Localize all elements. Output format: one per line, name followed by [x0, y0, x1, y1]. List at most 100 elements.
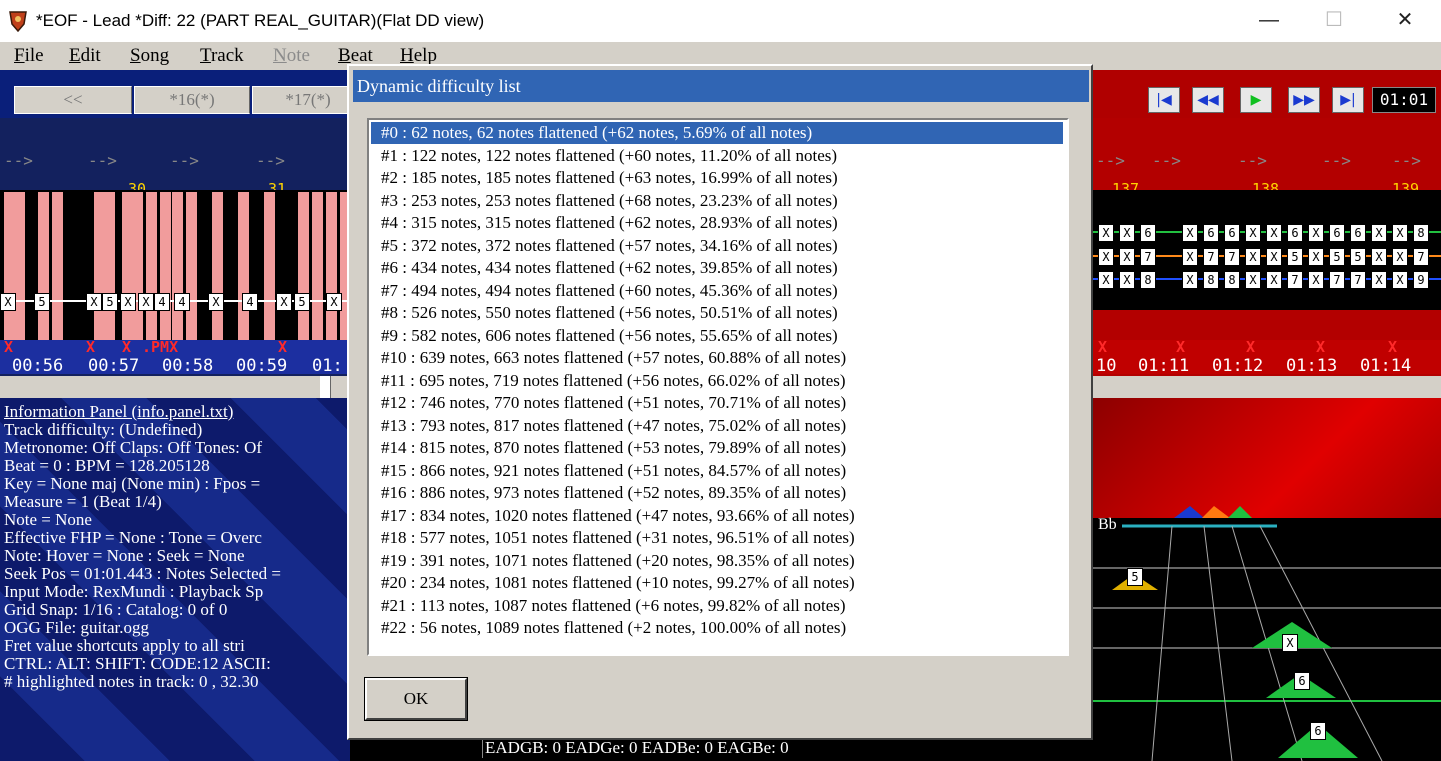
fret-note[interactable]: 5 [102, 293, 118, 311]
fret-note[interactable]: 8 [1224, 271, 1240, 289]
fret-note[interactable]: 6 [1350, 224, 1366, 242]
fret-note[interactable]: X [0, 293, 16, 311]
fret-note[interactable]: X [1371, 224, 1387, 242]
fret-note[interactable]: X [1182, 224, 1198, 242]
fret-note[interactable]: 5 [1329, 248, 1345, 266]
fret-note[interactable]: X [138, 293, 154, 311]
fret-note[interactable]: X [1182, 248, 1198, 266]
difficulty-listbox[interactable]: #0 : 62 notes, 62 notes flattened (+62 n… [367, 118, 1069, 656]
fret-note[interactable]: X [1182, 271, 1198, 289]
maximize-button[interactable]: ☐ [1311, 4, 1357, 36]
difficulty-list-item[interactable]: #17 : 834 notes, 1020 notes flattened (+… [377, 505, 855, 527]
timeline-scrollbar[interactable] [0, 376, 350, 398]
fret-note[interactable]: 8 [1203, 271, 1219, 289]
fret-note[interactable]: 6 [1287, 224, 1303, 242]
fret-note[interactable]: X [208, 293, 224, 311]
fret-note[interactable]: X [1119, 224, 1135, 242]
difficulty-list-item[interactable]: #18 : 577 notes, 1051 notes flattened (+… [377, 527, 855, 549]
difficulty-list-item[interactable]: #9 : 582 notes, 606 notes flattened (+56… [377, 325, 838, 347]
fret-note[interactable]: 7 [1203, 248, 1219, 266]
difficulty-list-item[interactable]: #21 : 113 notes, 1087 notes flattened (+… [377, 595, 846, 617]
fret-note[interactable]: 6 [1140, 224, 1156, 242]
menu-edit[interactable]: Edit [69, 45, 101, 67]
fret-note[interactable]: 8 [1140, 271, 1156, 289]
fret-note[interactable]: X [1392, 248, 1408, 266]
fret-note[interactable]: 7 [1413, 248, 1429, 266]
difficulty-list-item[interactable]: #2 : 185 notes, 185 notes flattened (+63… [377, 167, 838, 189]
tab-scroll-left[interactable]: << [14, 86, 132, 114]
fret-note[interactable]: X [1119, 248, 1135, 266]
fret-note[interactable]: 7 [1224, 248, 1240, 266]
difficulty-list-item[interactable]: #4 : 315 notes, 315 notes flattened (+62… [377, 212, 838, 234]
fret-note[interactable]: X [1266, 224, 1282, 242]
fret-note[interactable]: X [120, 293, 136, 311]
difficulty-list-item[interactable]: #19 : 391 notes, 1071 notes flattened (+… [377, 550, 855, 572]
menu-file[interactable]: File [14, 45, 44, 67]
difficulty-list-item[interactable]: #20 : 234 notes, 1081 notes flattened (+… [377, 572, 855, 594]
fret-note[interactable]: X [326, 293, 342, 311]
difficulty-list-item[interactable]: #16 : 886 notes, 973 notes flattened (+5… [377, 482, 846, 504]
scrollbar-thumb[interactable] [320, 376, 331, 398]
play-button[interactable]: ▶ [1240, 87, 1272, 113]
fret-note[interactable]: X [1308, 271, 1324, 289]
fret-note[interactable]: 5 [1350, 248, 1366, 266]
difficulty-list-item[interactable]: #14 : 815 notes, 870 notes flattened (+5… [377, 437, 846, 459]
menu-song[interactable]: Song [130, 45, 169, 67]
timeline-scrollbar-right[interactable] [1092, 376, 1441, 398]
fret-note[interactable]: 7 [1350, 271, 1366, 289]
minimize-button[interactable]: — [1246, 4, 1292, 36]
difficulty-list-item[interactable]: #1 : 122 notes, 122 notes flattened (+60… [377, 145, 837, 167]
fret-note[interactable]: X [1392, 271, 1408, 289]
difficulty-list-item[interactable]: #22 : 56 notes, 1089 notes flattened (+2… [377, 617, 846, 639]
rewind-button[interactable]: ◀◀ [1192, 87, 1224, 113]
fret-note[interactable]: 5 [294, 293, 310, 311]
fret-note[interactable]: X [1308, 224, 1324, 242]
seek-start-button[interactable]: |◀ [1148, 87, 1180, 113]
fret-note[interactable]: X [1245, 248, 1261, 266]
fret-note[interactable]: 5 [1287, 248, 1303, 266]
fret-note[interactable]: X [1371, 271, 1387, 289]
fret-note[interactable]: 8 [1413, 224, 1429, 242]
difficulty-list-item[interactable]: #6 : 434 notes, 434 notes flattened (+62… [377, 257, 838, 279]
fast-forward-button[interactable]: ▶▶ [1288, 87, 1320, 113]
fret-note[interactable]: 4 [242, 293, 258, 311]
fret-note[interactable]: X [1098, 224, 1114, 242]
fret-note[interactable]: X [1266, 248, 1282, 266]
fret-note[interactable]: 7 [1140, 248, 1156, 266]
difficulty-list-item[interactable]: #3 : 253 notes, 253 notes flattened (+68… [377, 190, 838, 212]
fret-note[interactable]: 4 [174, 293, 190, 311]
menu-track[interactable]: Track [200, 45, 244, 67]
seek-end-button[interactable]: ▶| [1332, 87, 1364, 113]
fret-note[interactable]: X [1392, 224, 1408, 242]
difficulty-list-item[interactable]: #12 : 746 notes, 770 notes flattened (+5… [377, 392, 846, 414]
piano-roll-left[interactable]: --> --> --> --> 30 31 X5X5XX44X4X5X X X … [0, 118, 350, 376]
menu-note[interactable]: Note [273, 45, 310, 67]
close-button[interactable]: ✕ [1382, 4, 1428, 36]
fret-note[interactable]: X [1119, 271, 1135, 289]
fret-note[interactable]: X [1098, 271, 1114, 289]
fret-note[interactable]: 4 [154, 293, 170, 311]
fret-note[interactable]: 6 [1224, 224, 1240, 242]
fret-note[interactable]: 6 [1203, 224, 1219, 242]
fret-note[interactable]: X [1371, 248, 1387, 266]
difficulty-list-item[interactable]: #0 : 62 notes, 62 notes flattened (+62 n… [371, 122, 1063, 144]
tab-difficulty-16[interactable]: *16(*) [134, 86, 250, 114]
difficulty-list-item[interactable]: #15 : 866 notes, 921 notes flattened (+5… [377, 460, 846, 482]
difficulty-list-item[interactable]: #8 : 526 notes, 550 notes flattened (+56… [377, 302, 838, 324]
difficulty-list-item[interactable]: #13 : 793 notes, 817 notes flattened (+4… [377, 415, 846, 437]
piano-roll-right[interactable]: --> --> --> --> --> 137 138 139 XX6X66XX… [1092, 118, 1441, 376]
fret-note[interactable]: X [1245, 224, 1261, 242]
fret-note[interactable]: X [1245, 271, 1261, 289]
fret-note[interactable]: X [276, 293, 292, 311]
fret-note[interactable]: X [1308, 248, 1324, 266]
fret-note[interactable]: X [1266, 271, 1282, 289]
difficulty-list-item[interactable]: #5 : 372 notes, 372 notes flattened (+57… [377, 235, 838, 257]
ok-button[interactable]: OK [364, 677, 468, 721]
fret-note[interactable]: 7 [1287, 271, 1303, 289]
fret-note[interactable]: 6 [1329, 224, 1345, 242]
fret-note[interactable]: X [1098, 248, 1114, 266]
fret-note[interactable]: 5 [34, 293, 50, 311]
fret-note[interactable]: 9 [1413, 271, 1429, 289]
difficulty-list-item[interactable]: #10 : 639 notes, 663 notes flattened (+5… [377, 347, 846, 369]
fret-note[interactable]: X [86, 293, 102, 311]
